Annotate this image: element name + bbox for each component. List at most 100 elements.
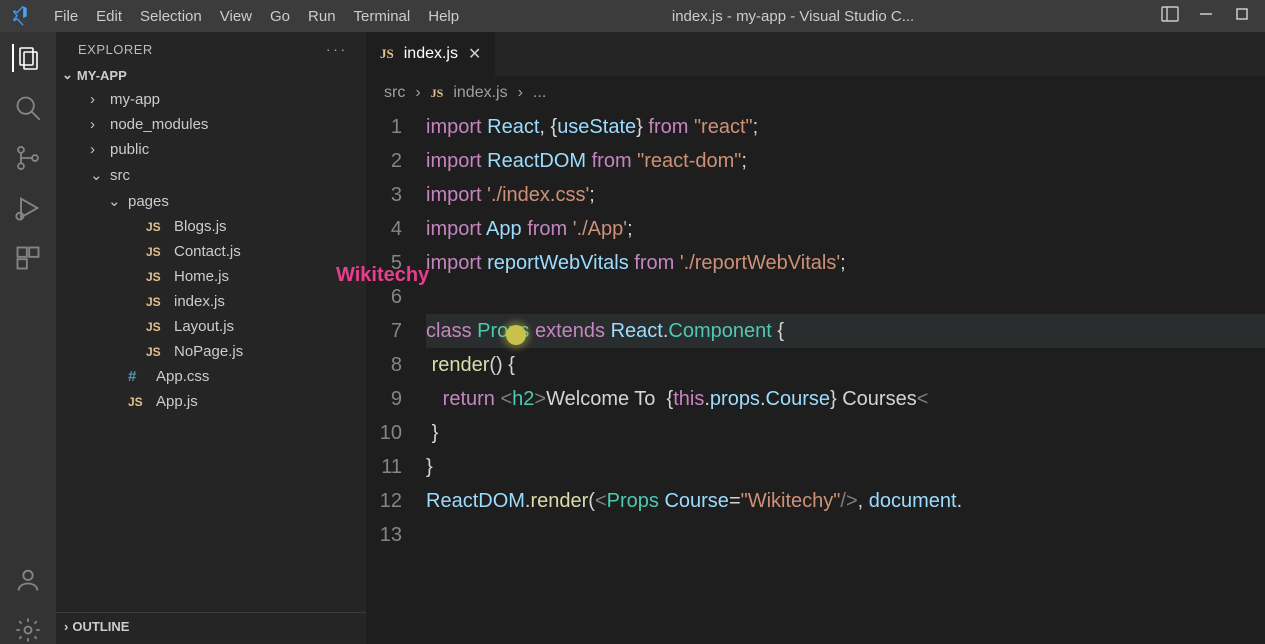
code-line[interactable]: } <box>426 416 1265 450</box>
extensions-icon[interactable] <box>14 244 42 272</box>
file-contact-js[interactable]: JSContact.js <box>60 239 366 264</box>
line-number: 10 <box>366 416 426 450</box>
line-number: 12 <box>366 484 426 518</box>
close-tab-icon[interactable]: ✕ <box>468 44 481 64</box>
menu-bar: File Edit Selection View Go Run Terminal Help <box>48 8 459 25</box>
line-number: 8 <box>366 348 426 382</box>
line-number: 2 <box>366 144 426 178</box>
window-controls <box>1147 5 1265 27</box>
project-header[interactable]: ⌄ MY-APP <box>56 63 366 87</box>
breadcrumb[interactable]: src › JS index.js › ... <box>366 76 1265 110</box>
file-index-js[interactable]: JS index.js <box>60 289 366 314</box>
layout-icon[interactable] <box>1161 5 1179 27</box>
line-number: 5 <box>366 246 426 280</box>
line-number: 3 <box>366 178 426 212</box>
code-line[interactable]: render() { <box>426 348 1265 382</box>
folder-node-modules[interactable]: › node_modules <box>60 112 366 137</box>
tree-label: src <box>110 167 130 184</box>
js-file-icon: JS <box>146 320 168 334</box>
title-bar: File Edit Selection View Go Run Terminal Help i… <box>0 0 1265 32</box>
run-debug-icon[interactable] <box>14 194 42 222</box>
code-line[interactable] <box>426 518 1265 552</box>
file-tree: ›my-app › node_modules › public ⌄src ⌄ pages JS B… <box>56 87 366 414</box>
folder-pages[interactable]: ⌄ pages <box>60 188 366 214</box>
vscode-logo-icon <box>0 5 48 27</box>
folder-public[interactable]: › public <box>60 137 366 162</box>
code-line[interactable] <box>426 280 1265 314</box>
tree-label: NoPage.js <box>174 343 243 360</box>
code-line[interactable]: import App from './App'; <box>426 212 1265 246</box>
file-app-js[interactable]: JSApp.js <box>60 389 366 414</box>
tree-label: Home.js <box>174 268 229 285</box>
window-title: index.js - my-app - Visual Studio C... <box>459 8 1147 25</box>
line-number: 13 <box>366 518 426 552</box>
menu-terminal[interactable]: Terminal <box>354 8 411 25</box>
menu-file[interactable]: File <box>54 8 78 25</box>
css-file-icon: # <box>128 368 150 385</box>
editor-area: JS index.js ✕ src › JS index.js › ... 1i… <box>366 32 1265 644</box>
js-file-icon: JS <box>146 295 168 309</box>
menu-selection[interactable]: Selection <box>140 8 202 25</box>
file-home-js[interactable]: JSHome.js <box>60 264 366 289</box>
code-editor[interactable]: 1import React, {useState} from "react";2… <box>366 110 1265 644</box>
file-nopage-js[interactable]: JSNoPage.js <box>60 339 366 364</box>
chevron-down-icon: ⌄ <box>108 192 122 210</box>
tree-label: Contact.js <box>174 243 241 260</box>
explorer-title: EXPLORER <box>78 42 153 57</box>
code-line[interactable]: import ReactDOM from "react-dom"; <box>426 144 1265 178</box>
chevron-right-icon: › <box>90 141 104 158</box>
tree-label: App.css <box>156 368 209 385</box>
file-app-css[interactable]: # App.css <box>60 364 366 389</box>
tree-label: index.js <box>174 293 225 310</box>
outline-header[interactable]: › OUTLINE <box>56 612 366 640</box>
file-blogs-js[interactable]: JS Blogs.js <box>60 214 366 239</box>
settings-gear-icon[interactable] <box>14 616 42 644</box>
explorer-icon[interactable] <box>12 44 40 72</box>
tree-label: node_modules <box>110 116 208 133</box>
breadcrumb-tail: ... <box>533 84 546 102</box>
line-number: 7 <box>366 314 426 348</box>
more-actions-icon[interactable]: ··· <box>326 42 348 57</box>
code-line[interactable]: import React, {useState} from "react"; <box>426 110 1265 144</box>
sidebar: EXPLORER ··· ⌄ MY-APP ›my-app › node_modul… <box>56 32 366 644</box>
tab-index-js[interactable]: JS index.js ✕ <box>366 32 495 76</box>
folder-src[interactable]: ⌄src <box>60 162 366 188</box>
breadcrumb-file: index.js <box>453 84 507 102</box>
code-line[interactable]: import reportWebVitals from './reportWeb… <box>426 246 1265 280</box>
code-line[interactable]: } <box>426 450 1265 484</box>
chevron-down-icon: ⌄ <box>62 67 73 83</box>
code-line[interactable]: import './index.css'; <box>426 178 1265 212</box>
menu-view[interactable]: View <box>220 8 252 25</box>
tree-label: Blogs.js <box>174 218 227 235</box>
tab-label: index.js <box>404 45 458 63</box>
tree-label: public <box>110 141 149 158</box>
chevron-right-icon: › <box>90 116 104 133</box>
chevron-right-icon: › <box>415 84 420 102</box>
file-layout-js[interactable]: JS Layout.js <box>60 314 366 339</box>
tree-label: Layout.js <box>174 318 234 335</box>
menu-edit[interactable]: Edit <box>96 8 122 25</box>
minimize-icon[interactable] <box>1197 7 1215 25</box>
activity-bar <box>0 32 56 644</box>
maximize-icon[interactable] <box>1233 7 1251 25</box>
line-number: 1 <box>366 110 426 144</box>
menu-go[interactable]: Go <box>270 8 290 25</box>
breadcrumb-folder: src <box>384 84 405 102</box>
source-control-icon[interactable] <box>14 144 42 172</box>
menu-help[interactable]: Help <box>428 8 459 25</box>
search-icon[interactable] <box>14 94 42 122</box>
account-icon[interactable] <box>14 566 42 594</box>
code-line[interactable]: return <h2>Welcome To {this.props.Course… <box>426 382 1265 416</box>
project-name: MY-APP <box>77 68 127 83</box>
code-line[interactable]: class Props extends React.Component { <box>426 314 1265 348</box>
menu-run[interactable]: Run <box>308 8 336 25</box>
tree-label: pages <box>128 193 169 210</box>
code-line[interactable]: ReactDOM.render(<Props Course="Wikitechy… <box>426 484 1265 518</box>
line-number: 9 <box>366 382 426 416</box>
tree-label: App.js <box>156 393 198 410</box>
line-number: 6 <box>366 280 426 314</box>
folder-my-app[interactable]: ›my-app <box>60 87 366 112</box>
js-file-icon: JS <box>146 220 168 234</box>
editor-tabs: JS index.js ✕ <box>366 32 1265 76</box>
js-file-icon: JS <box>380 46 394 62</box>
